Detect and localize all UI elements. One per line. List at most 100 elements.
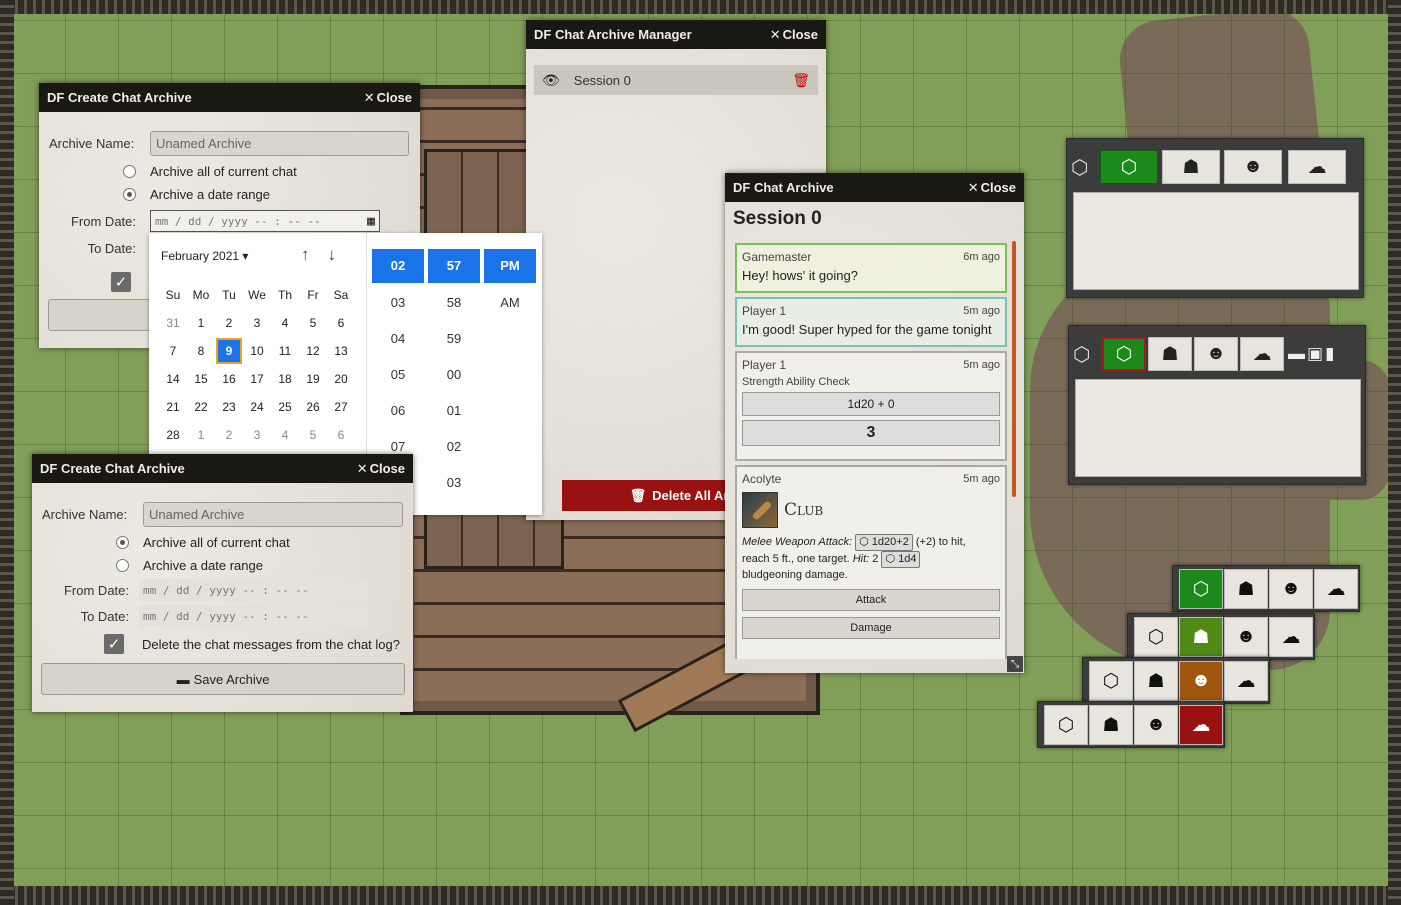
- delete-messages-checkbox[interactable]: ✓: [104, 634, 124, 654]
- archive-range-radio[interactable]: [123, 188, 136, 201]
- close-button[interactable]: ✕ Close: [968, 180, 1016, 196]
- calendar-day[interactable]: 26: [299, 393, 327, 421]
- calendar-day[interactable]: 10: [243, 337, 271, 365]
- window-header[interactable]: DF Create Chat Archive ✕ Close: [32, 454, 413, 483]
- delete-messages-row[interactable]: ✓ Delete the chat messages from the chat…: [104, 634, 400, 654]
- calendar-day[interactable]: 2: [215, 309, 243, 337]
- calendar-day[interactable]: 28: [159, 421, 187, 449]
- option-all-row[interactable]: Archive all of current chat: [123, 164, 297, 179]
- roll-mode-button[interactable]: ⬡: [1089, 661, 1133, 701]
- spy-mode-button[interactable]: ☗: [1179, 617, 1223, 657]
- calendar-day[interactable]: 22: [187, 393, 215, 421]
- ampm-option[interactable]: PM: [484, 249, 536, 283]
- calendar-day[interactable]: 17: [243, 365, 271, 393]
- roll-total[interactable]: 3: [742, 420, 1000, 446]
- chat-input-box[interactable]: [1073, 192, 1359, 290]
- minute-option[interactable]: 57: [428, 249, 480, 283]
- calendar-day[interactable]: 3: [243, 309, 271, 337]
- save-archive-button[interactable]: ▬ Save Archive: [41, 663, 405, 695]
- calendar-day[interactable]: 25: [271, 393, 299, 421]
- calendar-icon[interactable]: ▦: [367, 214, 375, 229]
- close-button[interactable]: ✕ Close: [357, 461, 405, 477]
- roll-formula[interactable]: 1d20 + 0: [742, 392, 1000, 416]
- calendar-day[interactable]: 18: [271, 365, 299, 393]
- ghost-mode-button[interactable]: ☁: [1269, 617, 1313, 657]
- minute-option[interactable]: 01: [428, 393, 480, 429]
- hour-option[interactable]: 06: [372, 393, 424, 429]
- arrow-down-icon[interactable]: ↓: [328, 245, 337, 265]
- calendar-day[interactable]: 16: [215, 365, 243, 393]
- trash-icon[interactable]: ▮: [1325, 344, 1336, 363]
- minute-option[interactable]: 02: [428, 429, 480, 465]
- window-header[interactable]: DF Chat Archive Manager ✕ Close: [526, 20, 826, 49]
- calendar-day[interactable]: 24: [243, 393, 271, 421]
- from-date-input[interactable]: mm / dd / yyyy -- : -- --: [139, 579, 367, 601]
- calendar-day[interactable]: 8: [187, 337, 215, 365]
- minute-option[interactable]: 03: [428, 465, 480, 501]
- window-header[interactable]: DF Chat Archive ✕ Close: [725, 173, 1024, 202]
- calendar-day[interactable]: 1: [187, 421, 215, 449]
- roll-mode-button[interactable]: ⬡: [1102, 337, 1146, 371]
- calendar-day[interactable]: 19: [299, 365, 327, 393]
- close-button[interactable]: ✕ Close: [364, 90, 412, 106]
- calendar-day[interactable]: 23: [215, 393, 243, 421]
- calendar-day[interactable]: 9: [215, 337, 243, 365]
- spy-mode-button[interactable]: ☗: [1224, 569, 1268, 609]
- calendar-day[interactable]: 12: [299, 337, 327, 365]
- roll-mode-button[interactable]: ⬡: [1179, 569, 1223, 609]
- spy-mode-button[interactable]: ☗: [1089, 705, 1133, 745]
- minute-option[interactable]: 59: [428, 321, 480, 357]
- save-icon[interactable]: ▣: [1307, 344, 1325, 363]
- hour-option[interactable]: 04: [372, 321, 424, 357]
- roll-mode-button[interactable]: ⬡: [1044, 705, 1088, 745]
- calendar-day[interactable]: 4: [271, 421, 299, 449]
- ghost-mode-button[interactable]: ☁: [1179, 705, 1223, 745]
- calendar-day[interactable]: 15: [187, 365, 215, 393]
- damage-button[interactable]: Damage: [742, 617, 1000, 639]
- inline-roll[interactable]: ⬡ 1d20+2: [855, 534, 913, 551]
- calendar-day[interactable]: 7: [159, 337, 187, 365]
- chat-input-box[interactable]: [1075, 379, 1361, 477]
- user-mode-button[interactable]: ☻: [1269, 569, 1313, 609]
- roll-mode-button[interactable]: ⬡: [1100, 150, 1158, 184]
- hour-option[interactable]: 05: [372, 357, 424, 393]
- close-button[interactable]: ✕ Close: [770, 27, 818, 43]
- calendar-day[interactable]: 14: [159, 365, 187, 393]
- archive-icon[interactable]: ▬: [1288, 344, 1307, 363]
- calendar-day[interactable]: 13: [327, 337, 355, 365]
- minute-option[interactable]: 00: [428, 357, 480, 393]
- to-date-input[interactable]: mm / dd / yyyy -- : -- --: [139, 605, 367, 627]
- calendar-day[interactable]: 5: [299, 421, 327, 449]
- option-range-row[interactable]: Archive a date range: [123, 187, 270, 202]
- roll-mode-button[interactable]: ⬡: [1134, 617, 1178, 657]
- ghost-mode-button[interactable]: ☁: [1288, 150, 1346, 184]
- eye-icon[interactable]: 👁: [542, 72, 560, 89]
- spy-mode-button[interactable]: ☗: [1134, 661, 1178, 701]
- user-mode-button[interactable]: ☻: [1224, 617, 1268, 657]
- from-date-input[interactable]: mm / dd / yyyy -- : -- -- ▦: [150, 210, 380, 232]
- calendar-day[interactable]: 21: [159, 393, 187, 421]
- calendar-day[interactable]: 1: [187, 309, 215, 337]
- calendar-day[interactable]: 20: [327, 365, 355, 393]
- ghost-mode-button[interactable]: ☁: [1224, 661, 1268, 701]
- delete-messages-checkbox[interactable]: ✓: [111, 272, 131, 292]
- archive-list-item[interactable]: 👁 Session 0 🗑: [534, 65, 818, 95]
- inline-roll[interactable]: ⬡ 1d4: [881, 551, 921, 568]
- ghost-mode-button[interactable]: ☁: [1314, 569, 1358, 609]
- arrow-up-icon[interactable]: ↑: [301, 245, 310, 265]
- minute-option[interactable]: 58: [428, 285, 480, 321]
- ghost-mode-button[interactable]: ☁: [1240, 337, 1284, 371]
- user-mode-button[interactable]: ☻: [1134, 705, 1178, 745]
- archive-all-radio[interactable]: [116, 536, 129, 549]
- hour-option[interactable]: 02: [372, 249, 424, 283]
- user-mode-button[interactable]: ☻: [1194, 337, 1238, 371]
- archive-all-radio[interactable]: [123, 165, 136, 178]
- window-header[interactable]: DF Create Chat Archive ✕ Close: [39, 83, 420, 112]
- scrollbar[interactable]: [1012, 241, 1016, 497]
- resize-handle-icon[interactable]: ⤡: [1007, 656, 1023, 672]
- calendar-day[interactable]: 4: [271, 309, 299, 337]
- calendar-day[interactable]: 11: [271, 337, 299, 365]
- trash-icon[interactable]: 🗑: [792, 72, 810, 89]
- calendar-day[interactable]: 3: [243, 421, 271, 449]
- archive-name-input[interactable]: Unamed Archive: [143, 502, 403, 527]
